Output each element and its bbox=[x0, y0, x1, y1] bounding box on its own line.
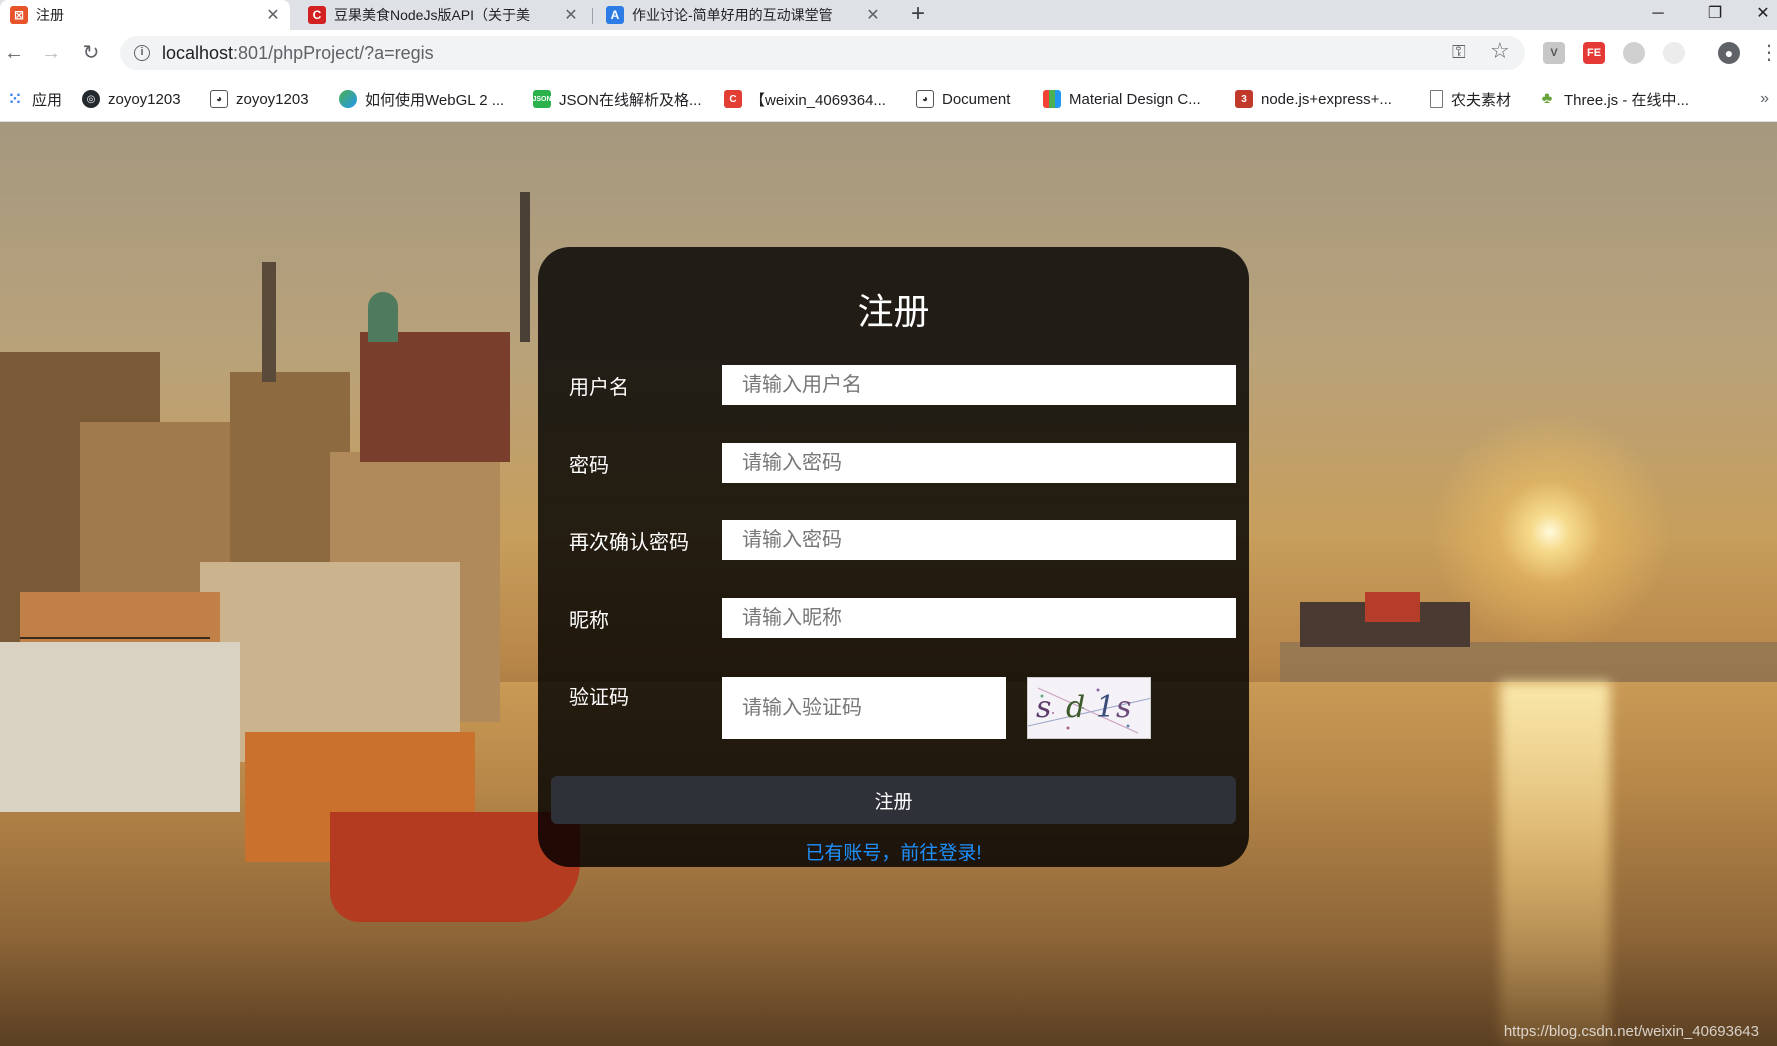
csdn-icon: C bbox=[724, 90, 742, 108]
bookmark-zoyoy[interactable]: ◕ zoyoy1203 bbox=[210, 88, 309, 110]
bookmark-label: Material Design C... bbox=[1069, 90, 1201, 108]
bookmark-csdn[interactable]: C 【weixin_4069364... bbox=[724, 88, 886, 110]
tab-close-icon[interactable]: ✕ bbox=[560, 5, 582, 25]
bookmarks-overflow-icon[interactable]: » bbox=[1760, 90, 1769, 108]
captcha-char: s bbox=[1116, 690, 1132, 725]
node-icon: 3 bbox=[1235, 90, 1253, 108]
bookmark-label: node.js+express+... bbox=[1261, 90, 1392, 108]
bookmark-github[interactable]: ◎ zoyoy1203 bbox=[82, 88, 181, 110]
watermark: https://blog.csdn.net/weixin_40693643 bbox=[1503, 1023, 1759, 1040]
tab-homework[interactable]: A 作业讨论-简单好用的互动课堂管 ✕ bbox=[596, 0, 890, 30]
star-icon[interactable]: ☆ bbox=[1490, 38, 1510, 64]
distant-skyline bbox=[1280, 642, 1777, 682]
page-icon bbox=[1430, 90, 1443, 108]
bookmark-material[interactable]: Material Design C... bbox=[1043, 88, 1201, 110]
sun-reflection bbox=[1500, 682, 1610, 1046]
tab-close-icon[interactable]: ✕ bbox=[862, 5, 884, 25]
username-label: 用户名 bbox=[569, 377, 629, 399]
bookmark-nongfu[interactable]: 农夫素材 bbox=[1430, 88, 1511, 110]
bookmark-webgl[interactable]: 如何使用WebGL 2 ... bbox=[339, 88, 504, 110]
bookmark-node[interactable]: 3 node.js+express+... bbox=[1235, 88, 1392, 110]
bookmark-label: 应用 bbox=[32, 91, 63, 109]
bookmark-label: 【weixin_4069364... bbox=[750, 91, 886, 109]
tab-douguo-api[interactable]: C 豆果美食NodeJs版API（关于美 ✕ bbox=[298, 0, 588, 30]
captcha-char: 1 bbox=[1096, 690, 1116, 725]
ketangpai-icon: A bbox=[606, 6, 624, 24]
bookmark-label: 农夫素材 bbox=[1451, 91, 1512, 109]
tab-separator bbox=[592, 8, 593, 24]
bookmark-label: Document bbox=[942, 90, 1011, 108]
tab-title: 注册 bbox=[36, 7, 64, 23]
url-host: localhost bbox=[162, 42, 234, 63]
tab-register[interactable]: ⊠ 注册 ✕ bbox=[0, 0, 290, 30]
reload-icon[interactable]: ↻ bbox=[77, 39, 105, 67]
url-text[interactable]: localhost:801/phpProject/?a=regis bbox=[162, 43, 434, 64]
captcha-field[interactable] bbox=[722, 677, 1006, 739]
page-title: 注册 bbox=[857, 291, 930, 332]
panda-icon: ◕ bbox=[210, 90, 228, 108]
nickname-field[interactable] bbox=[722, 598, 1236, 638]
fe-helper-icon[interactable]: FE bbox=[1583, 42, 1605, 64]
moored-boat bbox=[0, 642, 240, 812]
vue-devtools-icon[interactable]: V bbox=[1543, 42, 1565, 64]
xampp-icon: ⊠ bbox=[10, 6, 28, 24]
password-label: 密码 bbox=[569, 455, 609, 477]
captcha-image[interactable]: s d 1 s bbox=[1027, 677, 1151, 739]
captcha-char: s bbox=[1036, 690, 1052, 725]
confirm-password-field[interactable] bbox=[722, 520, 1236, 560]
captcha-char: d bbox=[1066, 690, 1086, 725]
new-tab-button[interactable]: + bbox=[905, 2, 931, 28]
tab-title: 作业讨论-简单好用的互动课堂管 bbox=[632, 7, 833, 23]
key-icon[interactable]: ⚿ bbox=[1452, 42, 1466, 63]
address-bar[interactable]: i localhost:801/phpProject/?a=regis ⚿ ☆ bbox=[120, 36, 1525, 70]
menu-icon[interactable]: ⋮ bbox=[1755, 39, 1777, 67]
tab-title: 豆果美食NodeJs版API（关于美 bbox=[334, 7, 531, 23]
extension-icon[interactable] bbox=[1623, 42, 1645, 64]
confirm-password-label: 再次确认密码 bbox=[569, 532, 689, 554]
csdn-icon: C bbox=[308, 6, 326, 24]
github-icon: ◎ bbox=[82, 90, 100, 108]
login-link[interactable]: 已有账号，前往登录! bbox=[538, 838, 1249, 865]
tab-close-icon[interactable]: ✕ bbox=[262, 5, 284, 25]
register-form: 注册 用户名 密码 再次确认密码 昵称 验证码 s d 1 s 注册 已有账号，… bbox=[538, 247, 1249, 867]
url-path: :801/phpProject/?a=regis bbox=[233, 42, 434, 63]
register-button[interactable]: 注册 bbox=[551, 776, 1236, 824]
tugboat-cabin bbox=[1365, 592, 1420, 622]
bookmark-label: 如何使用WebGL 2 ... bbox=[365, 91, 505, 109]
json-icon: JSON bbox=[532, 90, 552, 108]
back-icon[interactable]: ← bbox=[0, 39, 28, 67]
panda-icon: ◕ bbox=[916, 90, 934, 108]
apps-grid-icon: ⁙ bbox=[8, 91, 22, 108]
username-field[interactable] bbox=[722, 365, 1236, 405]
captcha-label: 验证码 bbox=[569, 687, 629, 709]
profile-icon[interactable]: ● bbox=[1718, 42, 1740, 64]
forward-icon[interactable]: → bbox=[37, 39, 65, 67]
nickname-label: 昵称 bbox=[569, 610, 609, 632]
restore-icon[interactable]: ❐ bbox=[1692, 0, 1738, 30]
bookmark-threejs[interactable]: ♣ Three.js - 在线中... bbox=[1538, 88, 1689, 110]
tab-strip: ⊠ 注册 ✕ C 豆果美食NodeJs版API（关于美 ✕ A 作业讨论-简单好… bbox=[0, 0, 1777, 30]
password-field[interactable] bbox=[722, 443, 1236, 483]
bookmark-label: zoyoy1203 bbox=[236, 90, 309, 108]
extension-icon[interactable] bbox=[1663, 42, 1685, 64]
sprout-icon: ♣ bbox=[1541, 90, 1553, 107]
bookmark-label: JSON在线解析及格... bbox=[559, 91, 702, 109]
bookmark-document[interactable]: ◕ Document bbox=[916, 88, 1010, 110]
browser-toolbar: ← → ↻ i localhost:801/phpProject/?a=regi… bbox=[0, 30, 1777, 76]
bookmark-json[interactable]: JSON JSON在线解析及格... bbox=[532, 88, 702, 110]
bookmarks-bar: ⁙ 应用 ◎ zoyoy1203 ◕ zoyoy1203 如何使用WebGL 2… bbox=[0, 76, 1777, 122]
material-icon bbox=[1043, 90, 1061, 108]
minimize-icon[interactable]: ─ bbox=[1635, 0, 1681, 30]
close-window-icon[interactable]: ✕ bbox=[1740, 0, 1777, 30]
bookmark-label: Three.js - 在线中... bbox=[1564, 91, 1690, 109]
webgl-icon bbox=[339, 90, 357, 108]
bookmark-label: zoyoy1203 bbox=[108, 90, 181, 108]
site-info-icon[interactable]: i bbox=[134, 45, 150, 61]
bookmark-apps[interactable]: ⁙ 应用 bbox=[6, 88, 62, 110]
